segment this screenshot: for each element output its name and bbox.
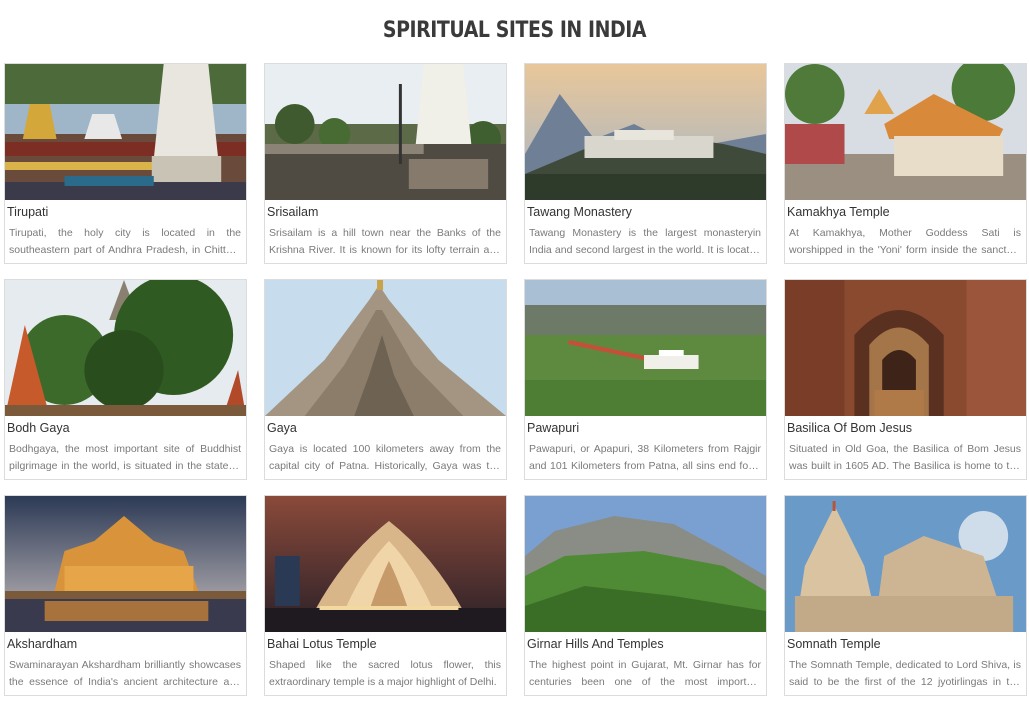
card-title[interactable]: Pawapuri xyxy=(525,416,766,436)
pawapuri-jal-mandir-image[interactable] xyxy=(525,280,766,416)
card-description: Tirupati, the holy city is located in th… xyxy=(9,227,241,256)
site-card-akshardham[interactable]: Akshardham Swaminarayan Akshardham brill… xyxy=(4,495,247,696)
card-description: Situated in Old Goa, the Basilica of Bom… xyxy=(789,443,1021,472)
card-title[interactable]: Somnath Temple xyxy=(785,632,1026,652)
card-title[interactable]: Akshardham xyxy=(5,632,246,652)
card-title[interactable]: Basilica Of Bom Jesus xyxy=(785,416,1026,436)
page: SPIRITUAL SITES IN INDIA Tirupati Tirupa… xyxy=(0,0,1029,704)
somnath-temple-image[interactable] xyxy=(785,496,1026,632)
card-description: Bodhgaya, the most important site of Bud… xyxy=(9,443,241,472)
bodh-gaya-image[interactable] xyxy=(5,280,246,416)
card-description: Shaped like the sacred lotus flower, thi… xyxy=(269,659,501,688)
sites-grid: Tirupati Tirupati, the holy city is loca… xyxy=(4,63,1027,696)
srisailam-temple-image[interactable] xyxy=(265,64,506,200)
site-card-bodh-gaya[interactable]: Bodh Gaya Bodhgaya, the most important s… xyxy=(4,279,247,480)
tirupati-temple-image[interactable] xyxy=(5,64,246,200)
site-card-girnar-hills-and-temples[interactable]: Girnar Hills And Temples The highest poi… xyxy=(524,495,767,696)
card-description: Srisailam is a hill town near the Banks … xyxy=(269,227,501,256)
tawang-monastery-image[interactable] xyxy=(525,64,766,200)
card-title[interactable]: Bodh Gaya xyxy=(5,416,246,436)
card-description: Pawapuri, or Apapuri, 38 Kilometers from… xyxy=(529,443,761,472)
card-description: The Somnath Temple, dedicated to Lord Sh… xyxy=(789,659,1021,688)
site-card-tirupati[interactable]: Tirupati Tirupati, the holy city is loca… xyxy=(4,63,247,264)
kamakhya-temple-image[interactable] xyxy=(785,64,1026,200)
card-title[interactable]: Tawang Monastery xyxy=(525,200,766,220)
site-card-gaya[interactable]: Gaya Gaya is located 100 kilometers away… xyxy=(264,279,507,480)
site-card-basilica-of-bom-jesus[interactable]: Basilica Of Bom Jesus Situated in Old Go… xyxy=(784,279,1027,480)
card-title[interactable]: Kamakhya Temple xyxy=(785,200,1026,220)
page-title: SPIRITUAL SITES IN INDIA xyxy=(382,18,647,43)
card-title[interactable]: Bahai Lotus Temple xyxy=(265,632,506,652)
card-title[interactable]: Srisailam xyxy=(265,200,506,220)
card-title[interactable]: Gaya xyxy=(265,416,506,436)
gaya-temple-image[interactable] xyxy=(265,280,506,416)
card-description: Swaminarayan Akshardham brilliantly show… xyxy=(9,659,241,688)
card-title[interactable]: Girnar Hills And Temples xyxy=(525,632,766,652)
girnar-hills-image[interactable] xyxy=(525,496,766,632)
site-card-tawang-monastery[interactable]: Tawang Monastery Tawang Monastery is the… xyxy=(524,63,767,264)
card-description: Tawang Monastery is the largest monaster… xyxy=(529,227,761,256)
site-card-somnath-temple[interactable]: Somnath Temple The Somnath Temple, dedic… xyxy=(784,495,1027,696)
card-title[interactable]: Tirupati xyxy=(5,200,246,220)
basilica-of-bom-jesus-image[interactable] xyxy=(785,280,1026,416)
card-description: Gaya is located 100 kilometers away from… xyxy=(269,443,501,472)
card-description: The highest point in Gujarat, Mt. Girnar… xyxy=(529,659,761,688)
site-card-pawapuri[interactable]: Pawapuri Pawapuri, or Apapuri, 38 Kilome… xyxy=(524,279,767,480)
site-card-kamakhya-temple[interactable]: Kamakhya Temple At Kamakhya, Mother Godd… xyxy=(784,63,1027,264)
site-card-srisailam[interactable]: Srisailam Srisailam is a hill town near … xyxy=(264,63,507,264)
card-description: At Kamakhya, Mother Goddess Sati is wors… xyxy=(789,227,1021,256)
site-card-bahai-lotus-temple[interactable]: Bahai Lotus Temple Shaped like the sacre… xyxy=(264,495,507,696)
lotus-temple-image[interactable] xyxy=(265,496,506,632)
akshardham-image[interactable] xyxy=(5,496,246,632)
